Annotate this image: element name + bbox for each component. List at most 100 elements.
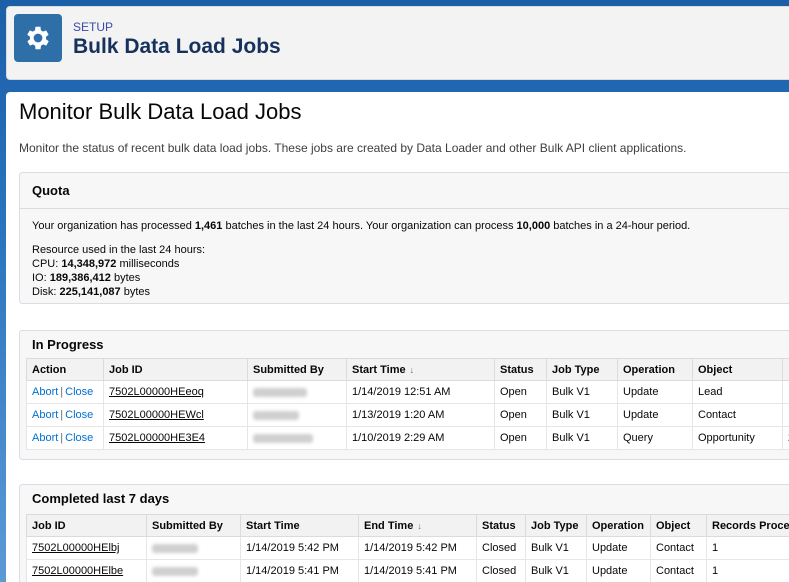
extra-cell bbox=[782, 403, 789, 427]
col-more bbox=[782, 358, 789, 381]
job-id-link[interactable]: 7502L00000HElbe bbox=[32, 565, 123, 577]
batch-limit: 10,000 bbox=[516, 220, 551, 232]
processed-count: 1,461 bbox=[194, 220, 223, 232]
abort-link[interactable]: Abort bbox=[32, 432, 58, 444]
close-link[interactable]: Close bbox=[65, 409, 93, 421]
col-object[interactable]: Object bbox=[692, 358, 783, 381]
quota-text: batches in a 24-hour period. bbox=[550, 220, 691, 232]
operation: Update bbox=[586, 559, 651, 582]
completed-section: Completed last 7 days Job ID Submitted B… bbox=[19, 484, 789, 582]
cpu-label: CPU: bbox=[32, 258, 62, 270]
sort-desc-icon: ↓ bbox=[417, 520, 422, 531]
action-cell: Abort | Close bbox=[26, 403, 104, 427]
operation: Update bbox=[586, 536, 651, 560]
close-link[interactable]: Close bbox=[65, 432, 93, 444]
submitted-by-redacted bbox=[253, 387, 307, 397]
table-row: 7502L00000HElbj 1/14/2019 5:42 PM 1/14/2… bbox=[26, 536, 789, 560]
abort-link[interactable]: Abort bbox=[32, 409, 58, 421]
col-start-time[interactable]: Start Time bbox=[240, 514, 359, 537]
end-time: 1/14/2019 5:42 PM bbox=[358, 536, 477, 560]
col-object[interactable]: Object bbox=[650, 514, 707, 537]
job-type: Bulk V1 bbox=[525, 536, 587, 560]
object: Lead bbox=[692, 380, 783, 404]
job-type: Bulk V1 bbox=[546, 403, 618, 427]
header-title: Bulk Data Load Jobs bbox=[73, 35, 281, 58]
job-type: Bulk V1 bbox=[546, 426, 618, 450]
breadcrumb[interactable]: SETUP bbox=[73, 20, 113, 34]
action-cell: Abort | Close bbox=[26, 426, 104, 450]
col-submitted-by[interactable]: Submitted By bbox=[146, 514, 241, 537]
end-time: 1/14/2019 5:41 PM bbox=[358, 559, 477, 582]
main-panel: Monitor Bulk Data Load Jobs Monitor the … bbox=[6, 92, 789, 582]
gear-icon bbox=[14, 14, 62, 62]
page-title: Monitor Bulk Data Load Jobs bbox=[19, 99, 302, 124]
abort-link[interactable]: Abort bbox=[32, 386, 58, 398]
disk-unit: bytes bbox=[120, 286, 151, 298]
col-job-type[interactable]: Job Type bbox=[525, 514, 587, 537]
quota-heading: Quota bbox=[20, 173, 789, 209]
submitted-by-redacted bbox=[152, 543, 198, 553]
separator: | bbox=[60, 386, 64, 398]
quota-text: batches in the last 24 hours. Your organ… bbox=[222, 220, 517, 232]
cpu-line: CPU: 14,348,972 milliseconds bbox=[32, 257, 789, 271]
object: Opportunity bbox=[692, 426, 783, 450]
col-end-time-label: End Time bbox=[364, 519, 414, 532]
close-link[interactable]: Close bbox=[65, 386, 93, 398]
io-value: 189,386,412 bbox=[49, 272, 111, 284]
job-id-link[interactable]: 7502L00000HElbj bbox=[32, 542, 119, 554]
col-status[interactable]: Status bbox=[494, 358, 547, 381]
table-row: Abort | Close 7502L00000HE3E4 1/10/2019 2:… bbox=[26, 426, 789, 450]
col-start-time[interactable]: Start Time ↓ bbox=[346, 358, 495, 381]
quota-batches-line: Your organization has processed 1,461 ba… bbox=[32, 219, 789, 233]
job-id-link[interactable]: 7502L00000HEWcl bbox=[109, 409, 204, 421]
quota-body: Your organization has processed 1,461 ba… bbox=[20, 209, 789, 309]
start-time: 1/13/2019 1:20 AM bbox=[346, 403, 495, 427]
table-row: 7502L00000HElbe 1/14/2019 5:41 PM 1/14/2… bbox=[26, 559, 789, 582]
extra-cell bbox=[782, 380, 789, 404]
col-operation[interactable]: Operation bbox=[617, 358, 693, 381]
start-time: 1/14/2019 5:42 PM bbox=[240, 536, 359, 560]
col-submitted-by[interactable]: Submitted By bbox=[247, 358, 347, 381]
operation: Update bbox=[617, 380, 693, 404]
object: Contact bbox=[692, 403, 783, 427]
action-cell: Abort | Close bbox=[26, 380, 104, 404]
sort-desc-icon: ↓ bbox=[409, 364, 415, 375]
records-processed: 1 bbox=[706, 536, 789, 560]
page-description: Monitor the status of recent bulk data l… bbox=[19, 141, 687, 155]
status: Closed bbox=[476, 559, 526, 582]
col-records-processed[interactable]: Records Proces bbox=[706, 514, 789, 537]
job-id-link[interactable]: 7502L00000HE3E4 bbox=[109, 432, 205, 444]
completed-heading: Completed last 7 days bbox=[32, 491, 170, 506]
table-header-row: Action Job ID Submitted By Start Time ↓ S… bbox=[26, 358, 789, 381]
job-id-link[interactable]: 7502L00000HEeoq bbox=[109, 386, 204, 398]
col-job-type[interactable]: Job Type bbox=[546, 358, 618, 381]
col-action: Action bbox=[26, 358, 104, 381]
col-operation[interactable]: Operation bbox=[586, 514, 651, 537]
operation: Query bbox=[617, 426, 693, 450]
status: Open bbox=[494, 380, 547, 404]
io-line: IO: 189,386,412 bytes bbox=[32, 271, 789, 285]
status: Open bbox=[494, 426, 547, 450]
submitted-by-redacted bbox=[152, 566, 198, 576]
in-progress-section: In Progress Action Job ID Submitted By S… bbox=[19, 330, 789, 460]
job-type: Bulk V1 bbox=[525, 559, 587, 582]
quota-section: Quota Your organization has processed 1,… bbox=[19, 172, 789, 304]
col-start-time-label: Start Time bbox=[352, 363, 406, 376]
col-job-id[interactable]: Job ID bbox=[26, 514, 147, 537]
start-time: 1/14/2019 5:41 PM bbox=[240, 559, 359, 582]
cpu-value: 14,348,972 bbox=[61, 258, 117, 270]
disk-line: Disk: 225,141,087 bytes bbox=[32, 285, 789, 299]
object: Contact bbox=[650, 559, 707, 582]
col-job-id[interactable]: Job ID bbox=[103, 358, 248, 381]
col-status[interactable]: Status bbox=[476, 514, 526, 537]
table-row: Abort | Close 7502L00000HEeoq 1/14/2019 12… bbox=[26, 380, 789, 404]
table-header-row: Job ID Submitted By Start Time End Time ↓… bbox=[26, 514, 789, 537]
start-time: 1/10/2019 2:29 AM bbox=[346, 426, 495, 450]
status: Open bbox=[494, 403, 547, 427]
submitted-by-redacted bbox=[253, 433, 313, 443]
in-progress-table: Action Job ID Submitted By Start Time ↓ S… bbox=[26, 358, 789, 450]
table-row: Abort | Close 7502L00000HEWcl 1/13/2019 1:… bbox=[26, 403, 789, 427]
quota-text: Your organization has processed bbox=[32, 220, 195, 232]
job-type: Bulk V1 bbox=[546, 380, 618, 404]
col-end-time[interactable]: End Time ↓ bbox=[358, 514, 477, 537]
